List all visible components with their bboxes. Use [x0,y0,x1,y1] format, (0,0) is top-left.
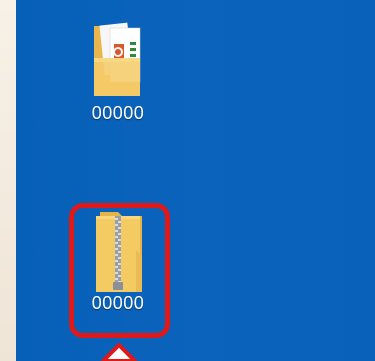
arrow-up-icon [101,343,137,361]
folder-documents-icon [94,22,141,96]
highlight-box [69,203,170,338]
background-edge [0,0,16,361]
desktop-icon-folder[interactable]: 00000 [68,18,168,124]
screenshot-canvas: 00000 00000 [0,0,375,361]
icon-label: 00000 [91,103,145,123]
